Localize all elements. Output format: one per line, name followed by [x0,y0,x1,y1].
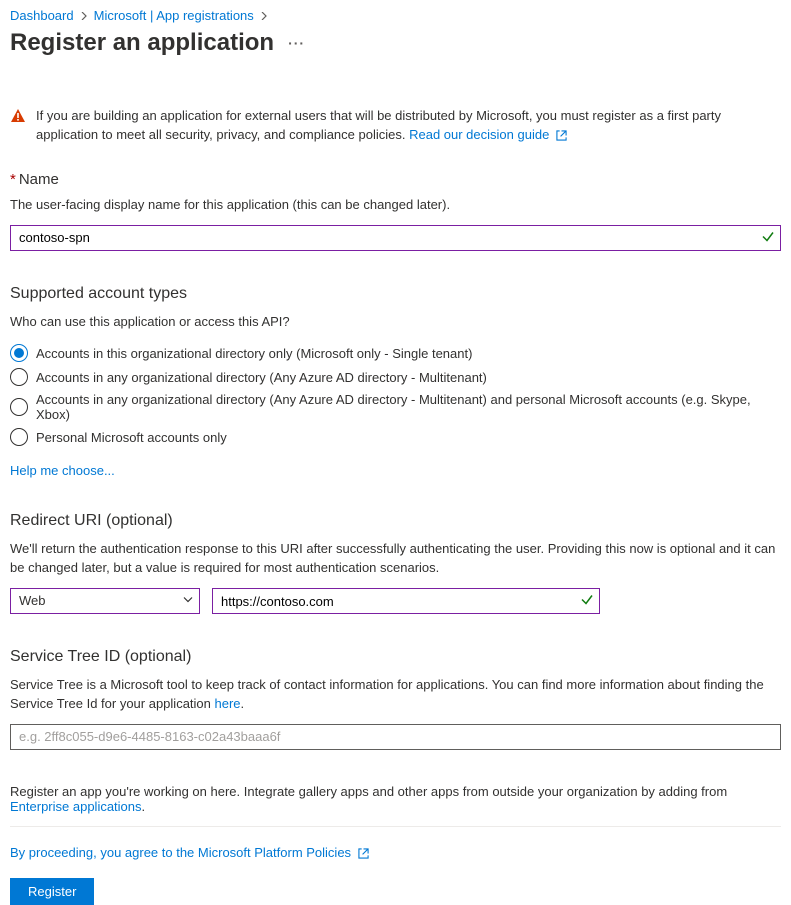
service-tree-heading: Service Tree ID (optional) [10,648,781,666]
breadcrumb-app-registrations[interactable]: Microsoft | App registrations [94,8,254,23]
footer-note: Register an app you're working on here. … [10,784,781,814]
service-tree-here-link[interactable]: here [215,696,241,711]
redirect-uri-section: Redirect URI (optional) We'll return the… [10,512,781,614]
required-mark: * [10,171,16,188]
radio-icon [10,344,28,362]
radio-multitenant-personal[interactable]: Accounts in any organizational directory… [10,389,781,425]
name-section: *Name The user-facing display name for t… [10,171,781,251]
platform-policies-link[interactable]: By proceeding, you agree to the Microsof… [10,845,369,860]
warning-banner: If you are building an application for e… [10,107,781,145]
name-input[interactable] [10,225,781,251]
radio-icon [10,398,28,416]
divider [10,826,781,827]
platform-select[interactable]: Web [10,588,200,614]
name-label: *Name [10,171,781,188]
radio-label: Accounts in any organizational directory… [36,392,781,422]
radio-multitenant[interactable]: Accounts in any organizational directory… [10,365,781,389]
radio-label: Accounts in any organizational directory… [36,370,487,385]
breadcrumb: Dashboard Microsoft | App registrations [10,0,781,27]
enterprise-apps-link[interactable]: Enterprise applications [10,799,142,814]
radio-label: Personal Microsoft accounts only [36,430,227,445]
account-types-section: Supported account types Who can use this… [10,285,781,479]
help-me-choose-link[interactable]: Help me choose... [10,463,115,478]
radio-single-tenant[interactable]: Accounts in this organizational director… [10,341,781,365]
service-tree-section: Service Tree ID (optional) Service Tree … [10,648,781,750]
radio-personal-only[interactable]: Personal Microsoft accounts only [10,425,781,449]
breadcrumb-dashboard[interactable]: Dashboard [10,8,74,23]
radio-label: Accounts in this organizational director… [36,346,472,361]
warning-text: If you are building an application for e… [36,107,781,145]
radio-icon [10,368,28,386]
chevron-right-icon [80,8,88,23]
redirect-heading: Redirect URI (optional) [10,512,781,530]
page-title: Register an application ··· [10,29,781,57]
account-types-radio-group: Accounts in this organizational director… [10,341,781,449]
external-link-icon [556,130,567,141]
warning-icon [10,108,26,127]
more-actions-icon[interactable]: ··· [288,35,305,51]
decision-guide-link[interactable]: Read our decision guide [409,127,567,142]
account-types-heading: Supported account types [10,285,781,303]
external-link-icon [358,848,369,859]
service-tree-help: Service Tree is a Microsoft tool to keep… [10,676,781,714]
chevron-right-icon [260,8,268,23]
register-button[interactable]: Register [10,878,94,905]
platform-select-value: Web [10,588,200,614]
redirect-help: We'll return the authentication response… [10,540,781,578]
account-types-subtext: Who can use this application or access t… [10,313,781,332]
service-tree-input[interactable] [10,724,781,750]
redirect-uri-input[interactable] [212,588,600,614]
name-help: The user-facing display name for this ap… [10,196,781,215]
radio-icon [10,428,28,446]
